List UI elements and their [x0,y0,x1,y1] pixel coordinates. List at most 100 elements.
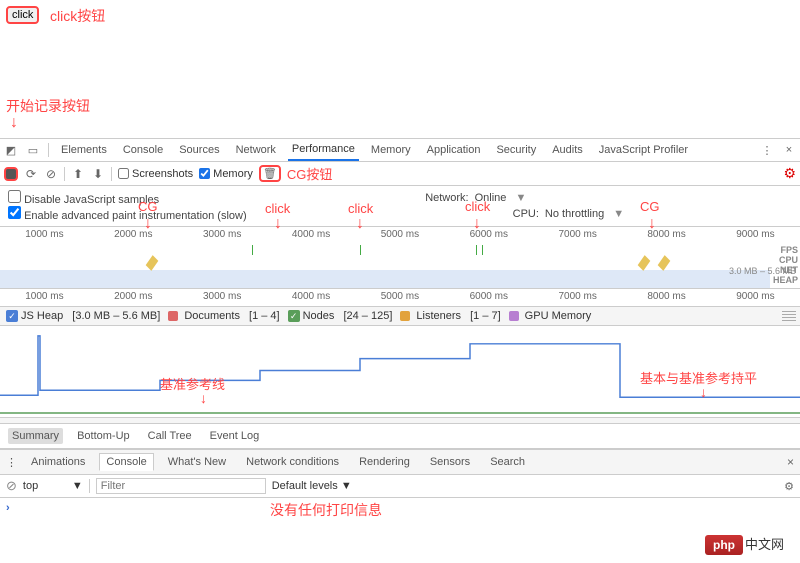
summary-tab-summary[interactable]: Summary [8,428,63,444]
dropdown-icon[interactable]: ▼ [610,208,624,220]
adv-paint-checkbox[interactable]: Enable advanced paint instrumentation (s… [8,206,247,222]
tab-elements[interactable]: Elements [57,140,111,160]
drawer-tab-rendering[interactable]: Rendering [353,454,416,470]
drawer-close-icon[interactable]: × [787,455,794,469]
drawer-tab-console[interactable]: Console [99,453,153,471]
save-icon[interactable]: ⬇ [91,167,105,181]
legend-label: JS Heap [21,310,63,322]
tick: 9000 ms [736,229,774,240]
memory-chart[interactable]: 基准参考线 ↓ 基本与基准参考持平 ↓ [0,326,800,418]
tick: 7000 ms [559,291,597,302]
summary-tabbar: Summary Bottom-Up Call Tree Event Log [0,424,800,449]
tick: 5000 ms [381,291,419,302]
levels-selector[interactable]: Default levels ▼ [272,480,352,492]
annotation-click-2: click [348,201,373,216]
load-icon[interactable]: ⬆ [71,167,85,181]
record-button[interactable] [4,167,18,181]
separator [48,143,49,157]
tab-network[interactable]: Network [232,140,280,160]
timeline-overview[interactable]: 1000 ms 2000 ms 3000 ms 4000 ms 5000 ms … [0,227,800,289]
arrow-icon: ↓ [700,384,707,400]
legend-js-heap[interactable]: ✓JS Heap [3.0 MB – 5.6 MB] [6,310,160,322]
drawer-tab-search[interactable]: Search [484,454,531,470]
annotation-baseline-equal: 基本与基准参考持平 [640,368,757,387]
site-logo: php中文网 [705,534,784,555]
tick: 9000 ms [736,291,774,302]
settings-gear-icon[interactable]: ⚙ [783,165,796,182]
annotation-click-3: click [465,199,490,214]
separator [111,167,112,181]
clear-console-icon[interactable]: ⊘ [6,478,17,494]
tab-security[interactable]: Security [492,140,540,160]
annotation-baseline: 基准参考线 [160,374,225,393]
menu-icon[interactable] [782,311,796,321]
tab-application[interactable]: Application [423,140,485,160]
legend-gpu[interactable]: GPU Memory [509,310,592,322]
levels-value: Default levels [272,480,338,492]
summary-tab-bottomup[interactable]: Bottom-Up [73,428,134,444]
legend-range: [24 – 125] [343,310,392,322]
click-marker [482,245,483,255]
clear-icon[interactable]: ⊘ [44,167,58,181]
annotation-cg-2: CG [640,199,660,214]
cg-marker [146,255,159,271]
cpu-value[interactable]: No throttling [545,208,604,220]
device-toolbar-icon[interactable]: ▭ [26,143,40,157]
kebab-icon[interactable]: ⋮ [760,143,774,157]
drawer-tab-network-conditions[interactable]: Network conditions [240,454,345,470]
console-toolbar: ⊘ top ▼ Default levels ▼ ⚙ [0,475,800,498]
drawer-tab-whatsnew[interactable]: What's New [162,454,232,470]
separator [64,167,65,181]
tick: 6000 ms [470,291,508,302]
tab-performance[interactable]: Performance [288,139,359,161]
tab-memory[interactable]: Memory [367,140,415,160]
tab-audits[interactable]: Audits [548,140,587,160]
console-settings-icon[interactable]: ⚙ [784,480,794,493]
console-prompt[interactable]: › [0,498,800,518]
legend-nodes[interactable]: ✓Nodes [24 – 125] [288,310,393,322]
perf-toolbar: ⟳ ⊘ ⬆ ⬇ Screenshots Memory 🗑 CG按钮 ⚙ [0,162,800,186]
click-button[interactable]: click [6,6,39,24]
perf-options: Disable JavaScript samples Network: Onli… [0,186,800,227]
close-icon[interactable]: × [782,143,796,157]
drawer-tab-animations[interactable]: Animations [25,454,91,470]
tick: 3000 ms [203,229,241,240]
inspect-icon[interactable]: ◩ [4,143,18,157]
reload-icon[interactable]: ⟳ [24,167,38,181]
tick: 8000 ms [647,291,685,302]
track-labels: FPS CPU NET HEAP [773,245,798,285]
legend-label: Documents [184,310,240,322]
gc-button[interactable]: 🗑 [259,165,281,182]
tab-sources[interactable]: Sources [175,140,223,160]
summary-tab-calltree[interactable]: Call Tree [144,428,196,444]
legend-range: [1 – 7] [470,310,501,322]
tab-js-profiler[interactable]: JavaScript Profiler [595,140,692,160]
cg-marker [638,255,651,271]
annotation-click-button: click按钮 [50,6,105,26]
legend-documents[interactable]: Documents [1 – 4] [168,310,279,322]
filter-input[interactable] [96,478,266,494]
cpu-label: CPU: [513,208,539,220]
tick: 4000 ms [292,229,330,240]
screenshots-checkbox[interactable]: Screenshots [118,168,193,180]
arrow-icon: ↓ [200,390,207,406]
kebab-icon[interactable]: ⋮ [6,456,17,469]
drawer-tab-sensors[interactable]: Sensors [424,454,476,470]
tab-console[interactable]: Console [119,140,167,160]
dropdown-icon[interactable]: ▼ [512,192,526,204]
disable-js-samples-checkbox[interactable]: Disable JavaScript samples [8,190,159,206]
memory-checkbox[interactable]: Memory [199,168,253,180]
devtools-tabbar: ◩ ▭ Elements Console Sources Network Per… [0,138,800,162]
context-value: top [23,480,38,492]
tick: 1000 ms [25,291,63,302]
screenshots-label: Screenshots [132,168,193,180]
heap-area [0,270,770,288]
detail-time-axis[interactable]: 1000 ms 2000 ms 3000 ms 4000 ms 5000 ms … [0,289,800,307]
annotation-click-1: click [265,201,290,216]
legend-listeners[interactable]: Listeners [1 – 7] [400,310,500,322]
tick: 2000 ms [114,229,152,240]
summary-tab-eventlog[interactable]: Event Log [206,428,264,444]
context-selector[interactable]: top ▼ [23,480,83,492]
memory-legend: ✓JS Heap [3.0 MB – 5.6 MB] Documents [1 … [0,307,800,326]
click-marker [252,245,253,255]
